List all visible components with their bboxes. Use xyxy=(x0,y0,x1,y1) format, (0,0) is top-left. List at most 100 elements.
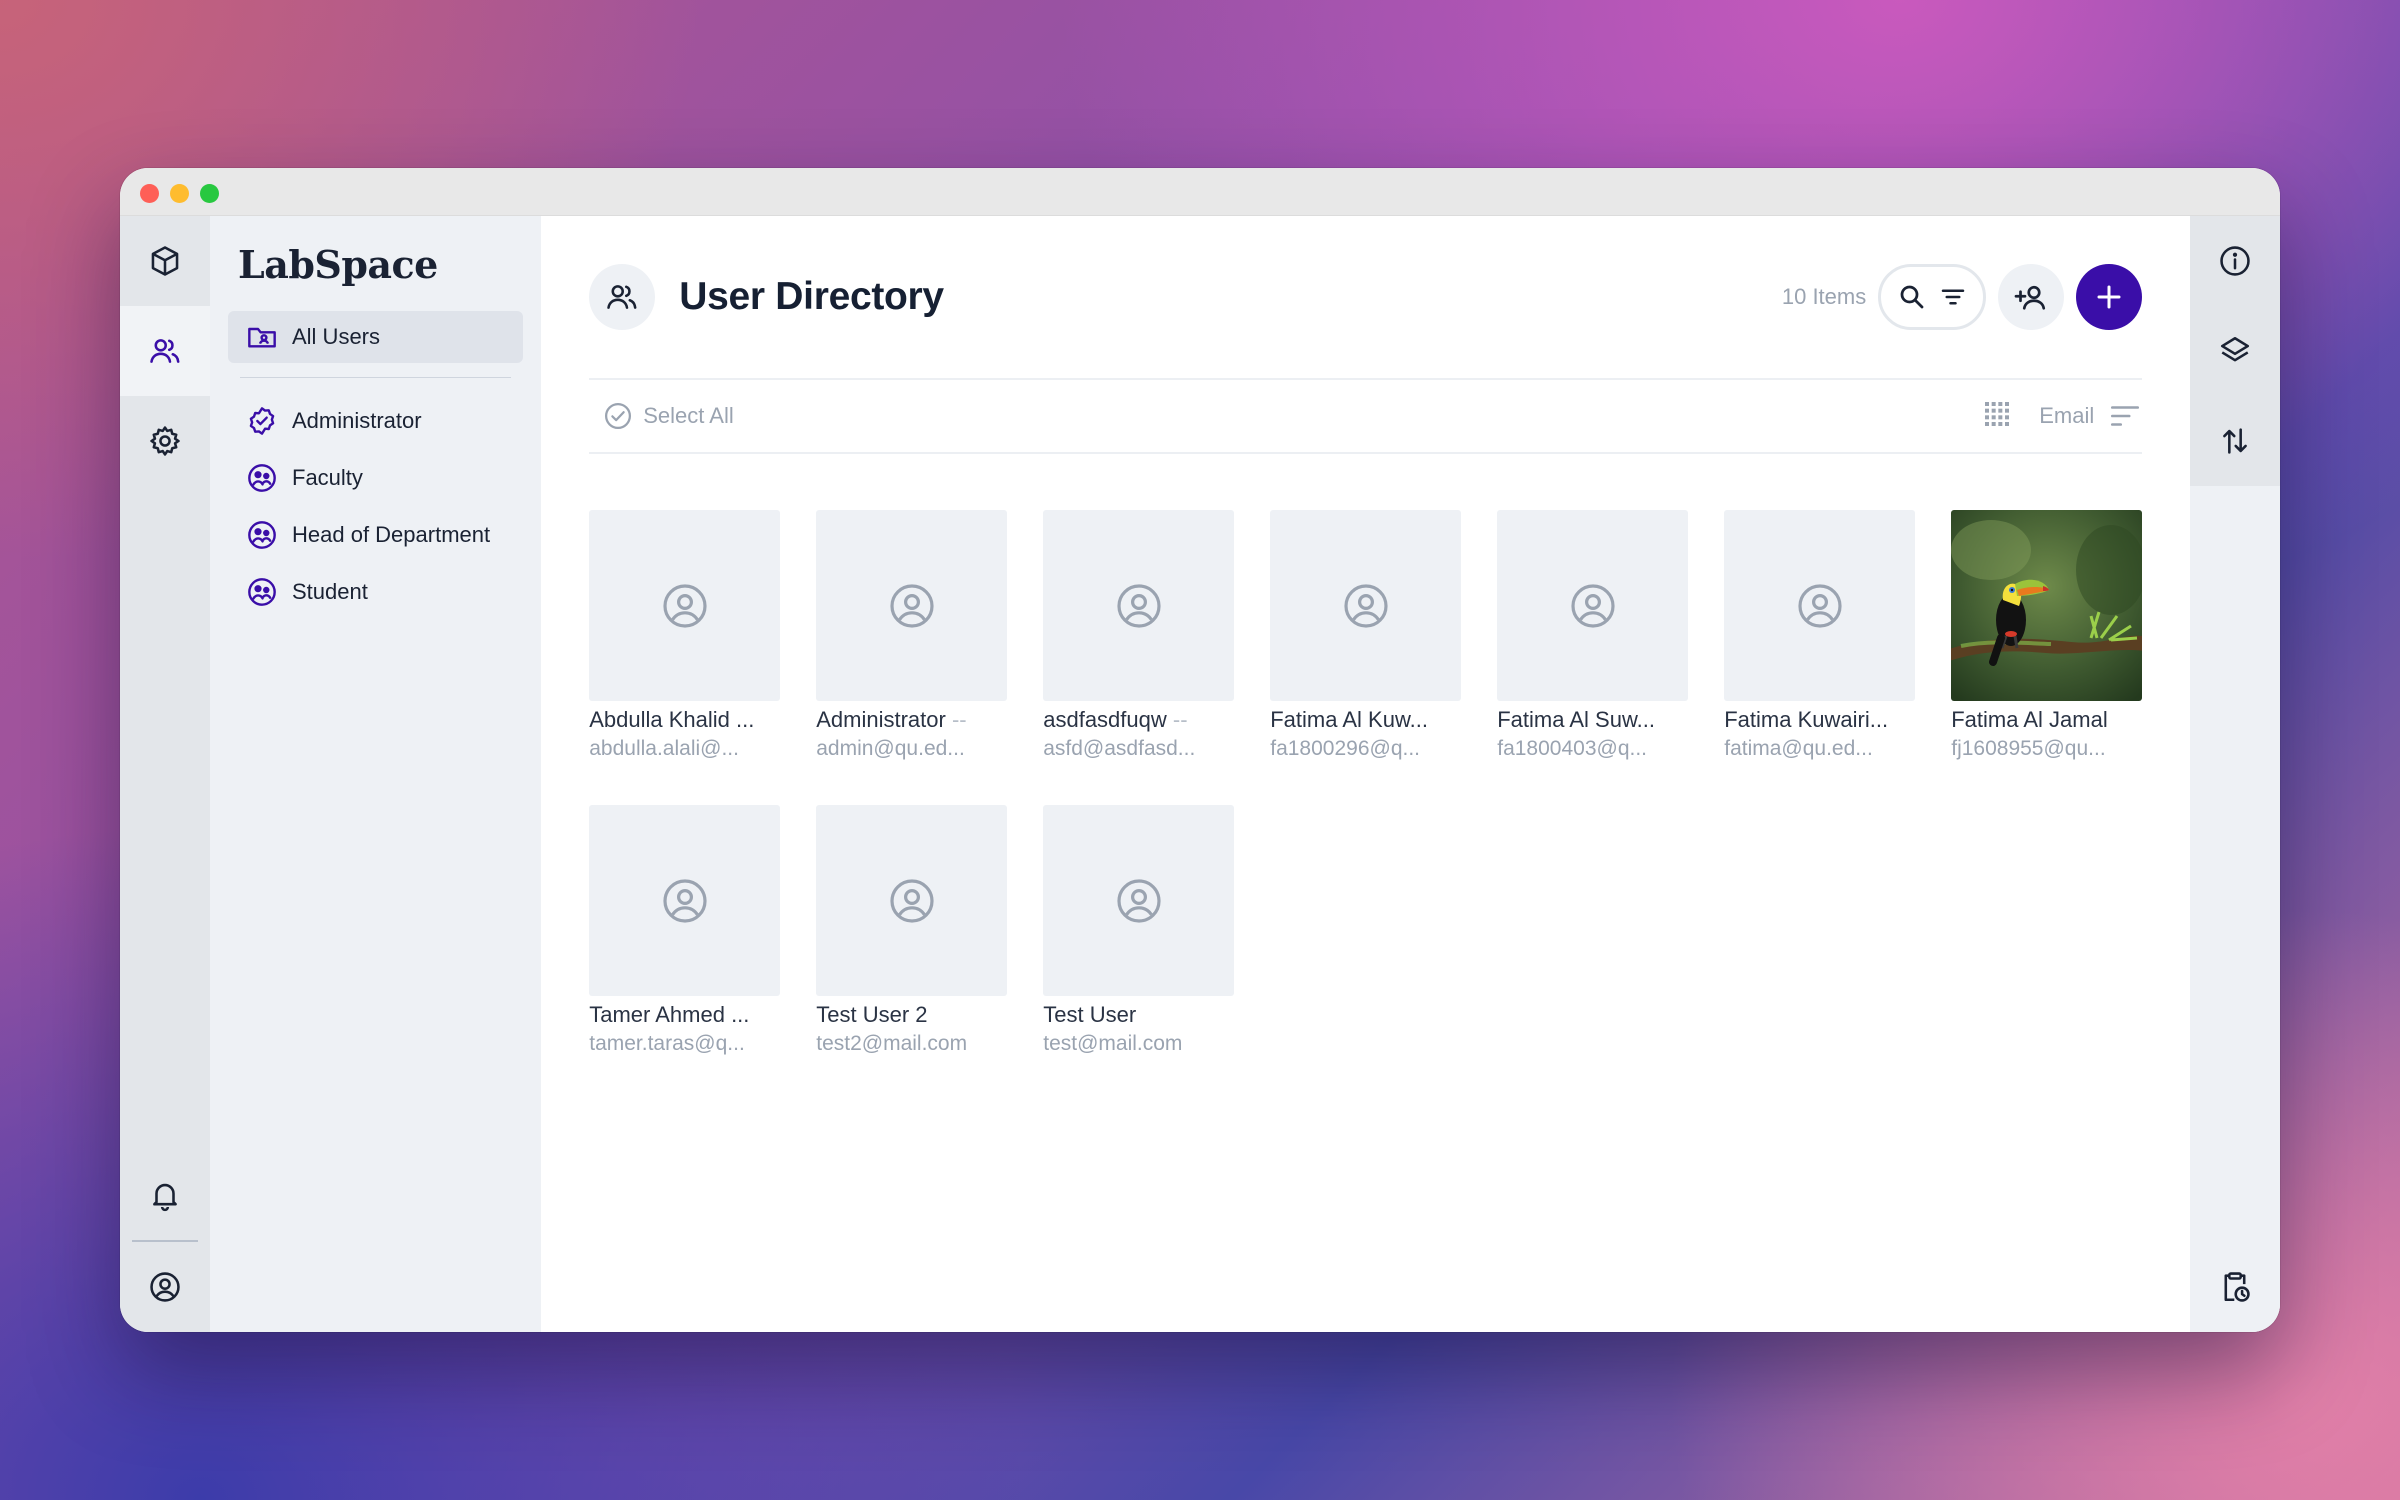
sidebar-item-label: Faculty xyxy=(292,464,363,490)
user-name: asdfasdfuqw -- xyxy=(1043,707,1188,732)
user-name: Fatima Al Jamal xyxy=(1951,707,2108,732)
pending-tasks-button[interactable] xyxy=(2190,1242,2280,1332)
users-icon xyxy=(607,285,637,309)
add-user-button[interactable] xyxy=(1998,264,2065,330)
page-icon xyxy=(589,264,656,330)
items-count: 10 Items xyxy=(1781,284,1867,309)
account-circle-icon xyxy=(890,583,934,628)
user-name: Fatima Al Suw... xyxy=(1497,707,1655,732)
user-card[interactable]: Test User test@mail.com xyxy=(1043,805,1235,1056)
user-card[interactable]: Administrator -- admin@qu.ed... xyxy=(816,510,1008,761)
sidebar-divider xyxy=(240,377,512,378)
sidebar-item-faculty[interactable]: Faculty xyxy=(228,449,523,506)
account-circle-icon xyxy=(1571,583,1615,628)
rail-profile-button[interactable] xyxy=(120,1242,210,1332)
rail-settings-button[interactable] xyxy=(120,396,210,486)
user-email: fj1608955@qu... xyxy=(1951,737,2106,760)
user-email: tamer.taras@q... xyxy=(589,1032,745,1055)
account-circle-icon xyxy=(1344,583,1388,628)
title-bar xyxy=(120,168,2280,216)
sort-button[interactable]: Email xyxy=(2039,399,2142,433)
rail-inventory-button[interactable] xyxy=(120,216,210,306)
user-name: Test User xyxy=(1043,1002,1137,1027)
gear-icon xyxy=(150,426,180,456)
user-avatar xyxy=(589,510,781,701)
account-circle-icon xyxy=(1798,583,1842,628)
account-circle-icon xyxy=(1117,878,1161,923)
user-card[interactable]: Fatima Al Suw... fa1800403@q... xyxy=(1497,510,1689,761)
brand-logo-text: LabSpace xyxy=(238,242,438,287)
users-icon xyxy=(150,339,180,363)
user-name: Fatima Al Kuw... xyxy=(1270,707,1428,732)
group-face-icon xyxy=(248,520,276,549)
sidebar-item-administrator[interactable]: Administrator xyxy=(228,392,523,449)
search-icon[interactable] xyxy=(1897,282,1927,312)
user-card[interactable]: Fatima Al Kuw... fa1800296@q... xyxy=(1270,510,1462,761)
user-email: test@mail.com xyxy=(1043,1032,1183,1055)
check-circle-icon xyxy=(605,403,632,429)
user-card[interactable]: Test User 2 test2@mail.com xyxy=(816,805,1008,1056)
app-window: LabSpace All Users Administrator Faculty… xyxy=(120,168,2280,1332)
user-avatar xyxy=(1270,510,1462,701)
user-name: Fatima Kuwairi... xyxy=(1724,707,1889,732)
folder-user-icon xyxy=(248,327,276,348)
select-all-button[interactable]: Select All xyxy=(603,401,734,431)
maximize-window-button[interactable] xyxy=(200,184,219,203)
user-email: fatima@qu.ed... xyxy=(1724,737,1873,760)
sidebar-item-label: Administrator xyxy=(292,407,422,433)
toucan-photo xyxy=(1951,510,2143,701)
account-circle-icon xyxy=(663,583,707,628)
sort-icon xyxy=(2111,406,2140,426)
sidebar-item-label: Head of Department xyxy=(292,521,491,547)
group-face-icon xyxy=(248,577,276,606)
sidebar-item-head-of-department[interactable]: Head of Department xyxy=(228,506,523,563)
info-icon xyxy=(2220,246,2250,276)
group-face-icon xyxy=(248,463,276,492)
user-card[interactable]: Abdulla Khalid ... abdulla.alali@... xyxy=(589,510,781,761)
sidebar-item-student[interactable]: Student xyxy=(228,563,523,620)
close-window-button[interactable] xyxy=(140,184,159,203)
user-avatar xyxy=(1043,510,1235,701)
layers-button[interactable] xyxy=(2190,306,2280,396)
clipboard-clock-icon xyxy=(2224,1272,2250,1302)
grid-view-icon xyxy=(1985,401,2010,426)
user-card[interactable]: Fatima Al Jamal fj1608955@qu... xyxy=(1951,510,2143,761)
create-button[interactable] xyxy=(2076,264,2143,330)
swap-vertical-icon xyxy=(2223,428,2248,454)
minimize-window-button[interactable] xyxy=(170,184,189,203)
account-circle-icon xyxy=(663,878,707,923)
plus-icon xyxy=(2097,285,2121,309)
user-name: Abdulla Khalid ... xyxy=(589,707,755,732)
user-email: fa1800296@q... xyxy=(1270,737,1421,760)
user-email: fa1800403@q... xyxy=(1497,737,1648,760)
right-rail xyxy=(2190,216,2280,1332)
user-avatar xyxy=(1497,510,1689,701)
user-avatar xyxy=(1724,510,1916,701)
layers-icon xyxy=(2221,336,2250,362)
sidebar: LabSpace All Users Administrator Faculty… xyxy=(210,216,542,1332)
rail-users-button[interactable] xyxy=(120,306,210,396)
info-panel-button[interactable] xyxy=(2190,216,2280,306)
page-header: User Directory 10 Items xyxy=(589,216,2143,380)
verified-badge-icon xyxy=(249,406,275,435)
account-circle-icon xyxy=(150,1272,180,1302)
select-all-label: Select All xyxy=(643,403,734,428)
user-avatar xyxy=(816,805,1008,996)
rail-notifications-button[interactable] xyxy=(120,1150,210,1240)
user-name: Test User 2 xyxy=(816,1002,928,1027)
sidebar-item-label: Student xyxy=(292,578,368,604)
sort-order-button[interactable] xyxy=(2190,396,2280,486)
bell-icon xyxy=(153,1183,177,1212)
sidebar-item-all-users[interactable]: All Users xyxy=(228,311,524,363)
account-circle-icon xyxy=(1117,583,1161,628)
account-circle-icon xyxy=(890,878,934,923)
user-email: admin@qu.ed... xyxy=(816,737,965,760)
filter-icon[interactable] xyxy=(1938,282,1968,312)
user-card[interactable]: Tamer Ahmed ... tamer.taras@q... xyxy=(589,805,781,1056)
user-card[interactable]: Fatima Kuwairi... fatima@qu.ed... xyxy=(1724,510,1916,761)
view-toggle-button[interactable] xyxy=(1981,398,2013,435)
cube-icon xyxy=(151,246,179,276)
user-photo xyxy=(1951,510,2143,701)
user-name: Tamer Ahmed ... xyxy=(589,1002,750,1027)
user-card[interactable]: asdfasdfuqw -- asfd@asdfasd... xyxy=(1043,510,1235,761)
